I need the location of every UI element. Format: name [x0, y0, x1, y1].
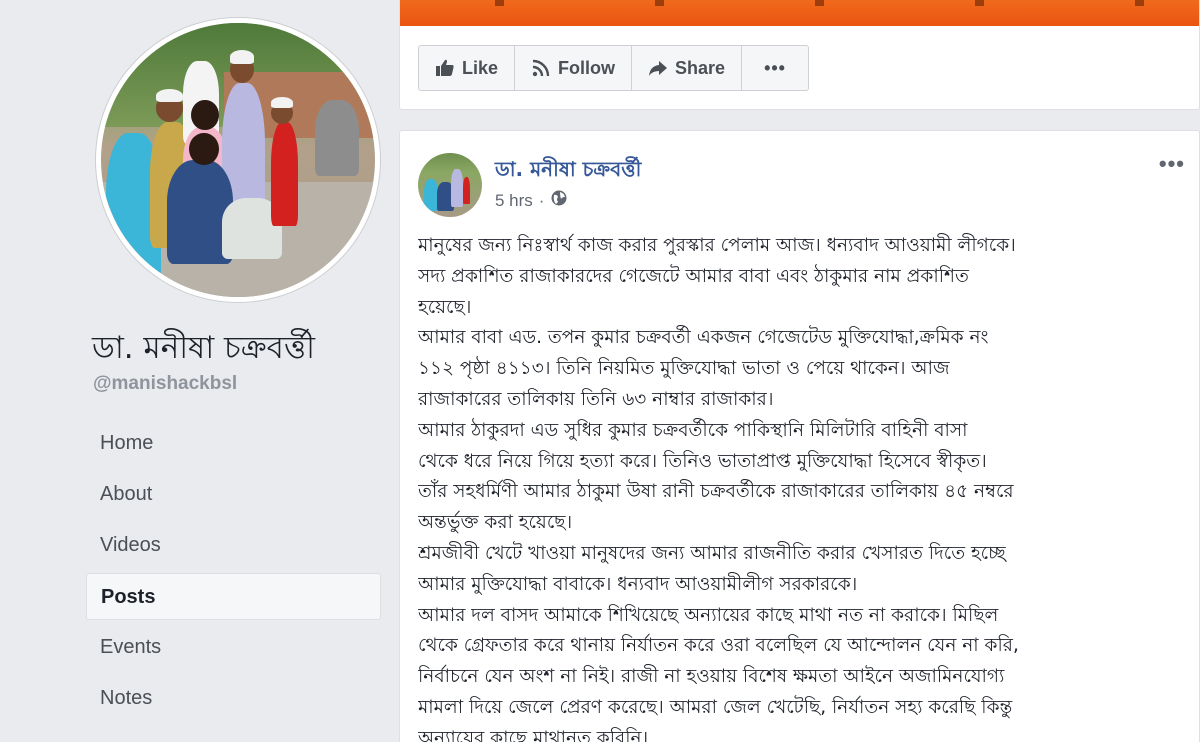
- sidebar-item-events[interactable]: Events: [86, 624, 381, 671]
- post-line: থেকে ধরে নিয়ে গিয়ে হত্যা করে। তিনিও ভা…: [418, 450, 987, 472]
- post-line: ১১২ পৃষ্ঠা ৪১১৩। তিনি নিয়মিত মুক্তিযোদ্…: [418, 358, 950, 380]
- dot-separator: ·: [538, 190, 545, 210]
- more-options-button[interactable]: •••: [742, 46, 808, 90]
- post-timestamp[interactable]: 5 hrs: [495, 191, 533, 211]
- post-line: মানুষের জন্য নিঃস্বার্থ কাজ করার পুরস্কা…: [418, 235, 1016, 256]
- page-actions: Like Follow Share •••: [418, 45, 809, 91]
- post-line: আমার মুক্তিযোদ্ধা বাবাকে। ধন্যবাদ আওয়াম…: [418, 573, 858, 595]
- rss-icon: [531, 58, 551, 78]
- post-line: নির্বাচনে যেন অংশ না নিই। রাজী না হওয়ায…: [418, 666, 1005, 688]
- post-line: অন্তর্ভুক্ত করা হয়েছে।: [418, 512, 573, 534]
- post-author-name[interactable]: ডা. মনীষা চক্রবর্ত্তী: [495, 155, 641, 188]
- sidebar-nav: Home About Videos Posts Events Notes: [86, 420, 381, 726]
- share-label: Share: [675, 57, 726, 78]
- post-author-avatar[interactable]: [418, 153, 482, 217]
- globe-icon[interactable]: [550, 189, 568, 212]
- sidebar-item-videos[interactable]: Videos: [86, 522, 381, 569]
- post-text: মানুষের জন্য নিঃস্বার্থ কাজ করার পুরস্কা…: [418, 231, 1188, 742]
- sidebar-item-about[interactable]: About: [86, 471, 381, 518]
- post-line: আমার বাবা এড. তপন কুমার চক্রবর্তী একজন গ…: [418, 327, 989, 349]
- page-username[interactable]: @manishackbsl: [93, 373, 237, 395]
- sidebar-item-notes[interactable]: Notes: [86, 675, 381, 722]
- ellipsis-icon: •••: [764, 57, 786, 78]
- post-line: মামলা দিয়ে জেলে প্রেরণ করেছে। আমরা জেল …: [418, 696, 1013, 718]
- page-title[interactable]: ডা. মনীষা চক্রবর্ত্তী: [92, 324, 315, 376]
- share-arrow-icon: [648, 58, 668, 78]
- post-line: হয়েছে।: [418, 296, 472, 318]
- sidebar-item-home[interactable]: Home: [86, 420, 381, 467]
- post-options-button[interactable]: •••: [1159, 151, 1185, 177]
- share-button[interactable]: Share: [632, 46, 743, 90]
- post-line: শ্রমজীবী খেটে খাওয়া মানুষদের জন্য আমার …: [418, 542, 1006, 564]
- sidebar-item-posts[interactable]: Posts: [86, 573, 381, 620]
- post-line: আমার দল বাসদ আমাকে শিখিয়েছে অন্যায়ের ক…: [418, 604, 999, 626]
- follow-label: Follow: [558, 57, 616, 78]
- page-header-card: Like Follow Share •••: [399, 0, 1200, 110]
- post-line: থেকে গ্রেফতার করে থানায় নির্যাতন করে ওর…: [418, 635, 1019, 657]
- post-line: সদ্য প্রকাশিত রাজাকারদের গেজেটে আমার বাব…: [418, 265, 969, 287]
- cover-photo[interactable]: [400, 0, 1199, 26]
- post-card: ডা. মনীষা চক্রবর্ত্তী 5 hrs · ••• মানুষে…: [399, 130, 1200, 742]
- profile-picture[interactable]: [96, 18, 380, 302]
- like-button[interactable]: Like: [419, 46, 516, 90]
- like-label: Like: [462, 57, 499, 78]
- post-line: তাঁর সহধর্মিণী আমার ঠাকুমা উষা রানী চক্র…: [418, 481, 1014, 503]
- thumbs-up-icon: [435, 58, 455, 78]
- post-line: রাজাকারের তালিকায় তিনি ৬৩ নাম্বার রাজাক…: [418, 388, 774, 410]
- post-line: আমার ঠাকুরদা এড সুধির কুমার চক্রবর্তীকে …: [418, 419, 968, 441]
- profile-photo: [101, 23, 375, 297]
- post-line: অন্যায়ের কাছে মাথানত করিনি।: [418, 727, 649, 742]
- post-meta: 5 hrs ·: [495, 189, 568, 212]
- follow-button[interactable]: Follow: [515, 46, 633, 90]
